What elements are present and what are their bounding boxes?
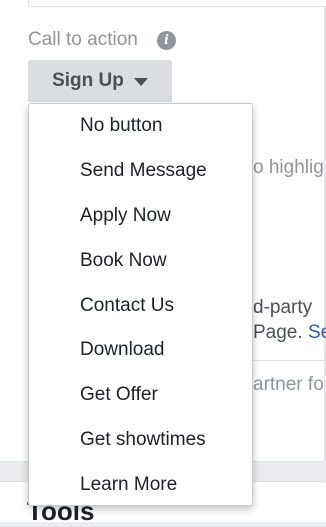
call-to-action-label: Call to action [28, 29, 138, 50]
menu-item-book-now[interactable]: Book Now [29, 238, 252, 283]
menu-item-apply-now[interactable]: Apply Now [29, 194, 252, 239]
menu-item-get-offer[interactable]: Get Offer [29, 373, 252, 418]
partner-field-placeholder[interactable]: artner fo [253, 374, 324, 396]
dropdown-selected-label: Sign Up [52, 70, 124, 91]
menu-item-download[interactable]: Download [29, 328, 252, 373]
menu-item-get-showtimes[interactable]: Get showtimes [29, 418, 252, 463]
caret-down-icon [133, 78, 148, 86]
see-more-link[interactable]: Se [308, 322, 326, 343]
menu-item-no-button[interactable]: No button [29, 104, 252, 149]
call-to-action-menu: No button Send Message Apply Now Book No… [28, 103, 253, 506]
third-party-text-fragment: d-party [253, 297, 313, 318]
info-icon[interactable]: i [157, 31, 176, 50]
page-text: Page. [253, 322, 308, 343]
menu-item-contact-us[interactable]: Contact Us [29, 283, 252, 328]
call-to-action-dropdown-button[interactable]: Sign Up [28, 60, 172, 102]
menu-item-learn-more[interactable]: Learn More [29, 462, 252, 507]
previous-field[interactable] [28, 0, 326, 7]
highlight-text-fragment: o highlig [253, 157, 324, 178]
menu-item-send-message[interactable]: Send Message [29, 149, 252, 194]
page-text-fragment: Page. Se [253, 322, 326, 344]
divider [252, 360, 326, 361]
